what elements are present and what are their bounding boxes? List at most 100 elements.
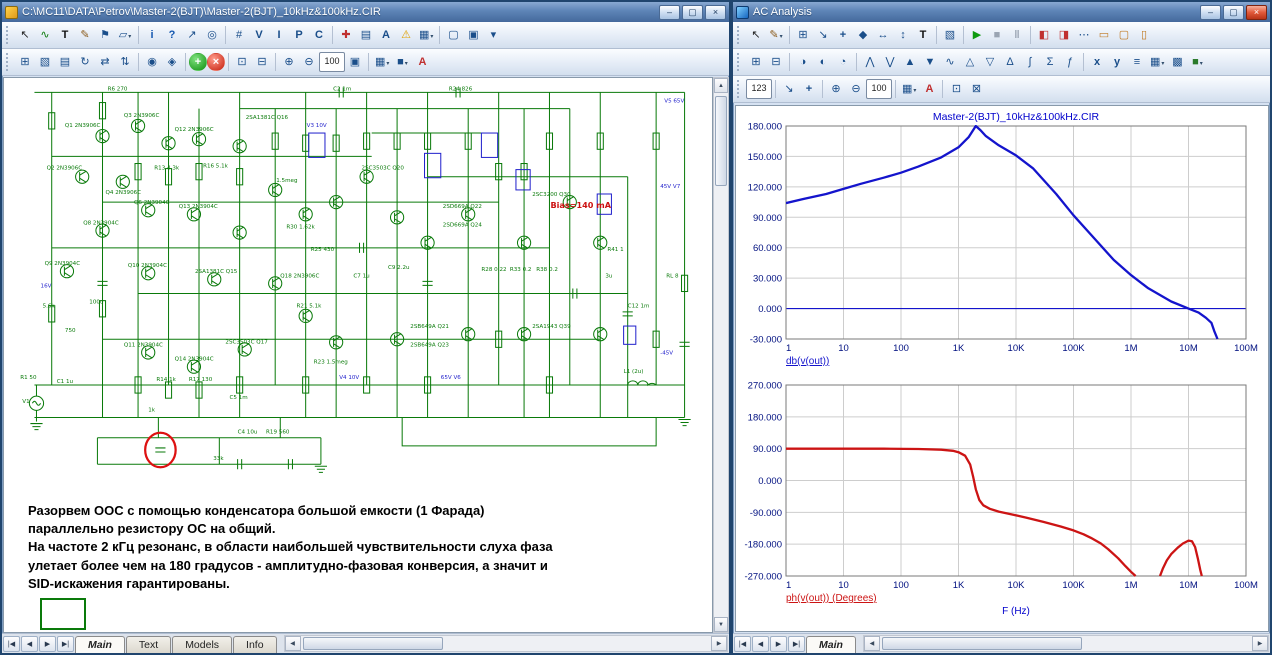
grid-text-icon[interactable]: ▤ [356,25,376,45]
scroll-left-button[interactable]: ◀ [284,636,301,651]
page-stack-icon[interactable]: ▣ [463,25,483,45]
node-numbers-icon[interactable]: # [229,25,249,45]
browse-icon[interactable]: ◎ [202,25,222,45]
align-cursors-icon[interactable]: ≡ [1127,52,1147,72]
font-icon[interactable]: A [412,52,432,72]
scroll-thumb[interactable] [302,637,443,650]
phase-plot[interactable]: 270.000 180.000 90.000 0.000 -90.000 -180.000… [738,379,1262,628]
tab-models[interactable]: Models [172,636,233,653]
peak-icon[interactable]: ⋀ [860,52,880,72]
go-to-y-icon[interactable]: y [1107,52,1127,72]
font-icon[interactable]: A [919,79,939,99]
draw-icon[interactable]: ✎ [75,25,95,45]
run-icon[interactable]: ▶ [967,25,987,45]
tab-next-button[interactable]: ▶ [39,635,56,652]
zoom-out-icon[interactable]: ⊖ [299,52,319,72]
zoom-level[interactable]: 100 [319,52,345,72]
scroll-thumb[interactable] [881,637,1082,650]
more-tools-icon[interactable]: ▾ [483,25,503,45]
tab-last-button[interactable]: ▶| [788,635,805,652]
info-mode-icon[interactable]: i [142,25,162,45]
paste-icon[interactable]: ⊟ [252,52,272,72]
graphics-icon[interactable]: ✎▾ [766,25,786,45]
attribute-text-icon[interactable]: A [376,25,396,45]
cursor-mode-icon[interactable]: + [833,25,853,45]
schematic-titlebar[interactable]: C:\MC11\DATA\Petrov\Master-2(BJT)\Master… [2,2,729,22]
component-icon[interactable]: ▱▾ [115,25,135,45]
color-icon[interactable]: ■▾ [392,52,412,72]
find-next-icon[interactable]: ◈ [162,52,182,72]
help-mode-icon[interactable]: ? [162,25,182,45]
maximize-button[interactable]: ▢ [682,4,703,20]
schematic-horizontal-scrollbar[interactable]: ◀ ▶ [283,635,728,652]
zoom-in-icon[interactable]: ⊕ [826,79,846,99]
next-branch-icon[interactable]: ◑ [793,52,813,72]
color-icon[interactable]: ■▾ [1187,52,1207,72]
close-button[interactable]: × [705,4,726,20]
zoom-out-icon[interactable]: ⊖ [846,79,866,99]
analysis-titlebar[interactable]: AC Analysis – ▢ × [733,2,1270,22]
toolbar-grip[interactable] [6,53,10,71]
tab-info[interactable]: Info [233,636,277,653]
point-tag-icon[interactable]: ◆ [853,25,873,45]
global-high-icon[interactable]: △ [960,52,980,72]
copy-window-icon[interactable]: ⊠ [966,79,986,99]
tab-last-button[interactable]: ▶| [57,635,74,652]
properties-icon[interactable]: ▧ [940,25,960,45]
tab-prev-button[interactable]: ◀ [21,635,38,652]
scroll-track[interactable] [880,636,1252,651]
slope-icon[interactable]: Δ [1000,52,1020,72]
snapshot-icon[interactable]: ▣ [345,52,365,72]
autoscale-icon[interactable]: ◔ [833,52,853,72]
tab-text[interactable]: Text [125,636,172,653]
scroll-left-button[interactable]: ◀ [863,636,880,651]
text-icon[interactable]: T [913,25,933,45]
page-icon[interactable]: ▤ [55,52,75,72]
toolbar-grip[interactable] [6,26,10,44]
text-mode-icon[interactable]: T [55,25,75,45]
select-region-icon[interactable]: ▧ [35,52,55,72]
previous-branch-icon[interactable]: ◐ [813,52,833,72]
zoom-in-icon[interactable]: ⊕ [279,52,299,72]
maximize-button[interactable]: ▢ [1223,4,1244,20]
tab-prev-button[interactable]: ◀ [752,635,769,652]
gain-plot[interactable]: 180.000 150.000 120.000 90.000 60.000 30.000 0… [738,108,1262,374]
accumulate-icon[interactable]: ◨ [1054,25,1074,45]
numeric-output-icon[interactable]: 123 [746,79,772,99]
window-split-icon[interactable]: ⊞ [15,52,35,72]
stop-icon[interactable]: ■ [987,25,1007,45]
zoom-window-icon[interactable]: ⊞ [793,25,813,45]
horizontal-tag-icon[interactable]: ↔ [873,25,893,45]
sum-icon[interactable]: Σ [1040,52,1060,72]
stack-icon[interactable]: ▩ [1167,52,1187,72]
analysis-horizontal-scrollbar[interactable]: ◀ ▶ [862,635,1269,652]
schematic-canvas[interactable]: R6 270 C2 1m R24 826 V5 65V Q1 2N3906C Q3 2N3… [3,77,713,633]
tab-next-button[interactable]: ▶ [770,635,787,652]
pages-icon[interactable]: ▢ [1114,25,1134,45]
waveform-label[interactable]: db(v(out)) [786,356,829,367]
scroll-down-button[interactable]: ▼ [714,617,728,632]
valley-icon[interactable]: ⋁ [880,52,900,72]
schematic-vertical-scrollbar[interactable]: ▲ ▼ [713,77,729,633]
scroll-right-button[interactable]: ▶ [1252,636,1268,651]
tab-main[interactable]: Main [75,636,125,653]
grid-select-icon[interactable]: ▦▾ [899,79,919,99]
scale-mode-icon[interactable]: ↘ [813,25,833,45]
flip-vertical-icon[interactable]: ⇅ [115,52,135,72]
reduce-data-icon[interactable]: ◧ [1034,25,1054,45]
powers-icon[interactable]: P [289,25,309,45]
minimize-button[interactable]: – [1200,4,1221,20]
integral-icon[interactable]: ∫ [1020,52,1040,72]
pause-icon[interactable]: ‖ [1007,25,1027,45]
scroll-track[interactable] [714,93,728,617]
scale-cursor-icon[interactable]: ↘ [779,79,799,99]
vertical-tag-icon[interactable]: ↕ [893,25,913,45]
zoom-level[interactable]: 100 [866,79,892,99]
add-plot-icon[interactable]: ⊞ [746,52,766,72]
warning-icon[interactable]: ⚠ [396,25,416,45]
token-icon[interactable]: ▭ [1094,25,1114,45]
grid-icon[interactable]: ▦▾ [416,25,436,45]
find-icon[interactable]: ◉ [142,52,162,72]
data-points-icon[interactable]: ⋯ [1074,25,1094,45]
tab-first-button[interactable]: |◀ [734,635,751,652]
